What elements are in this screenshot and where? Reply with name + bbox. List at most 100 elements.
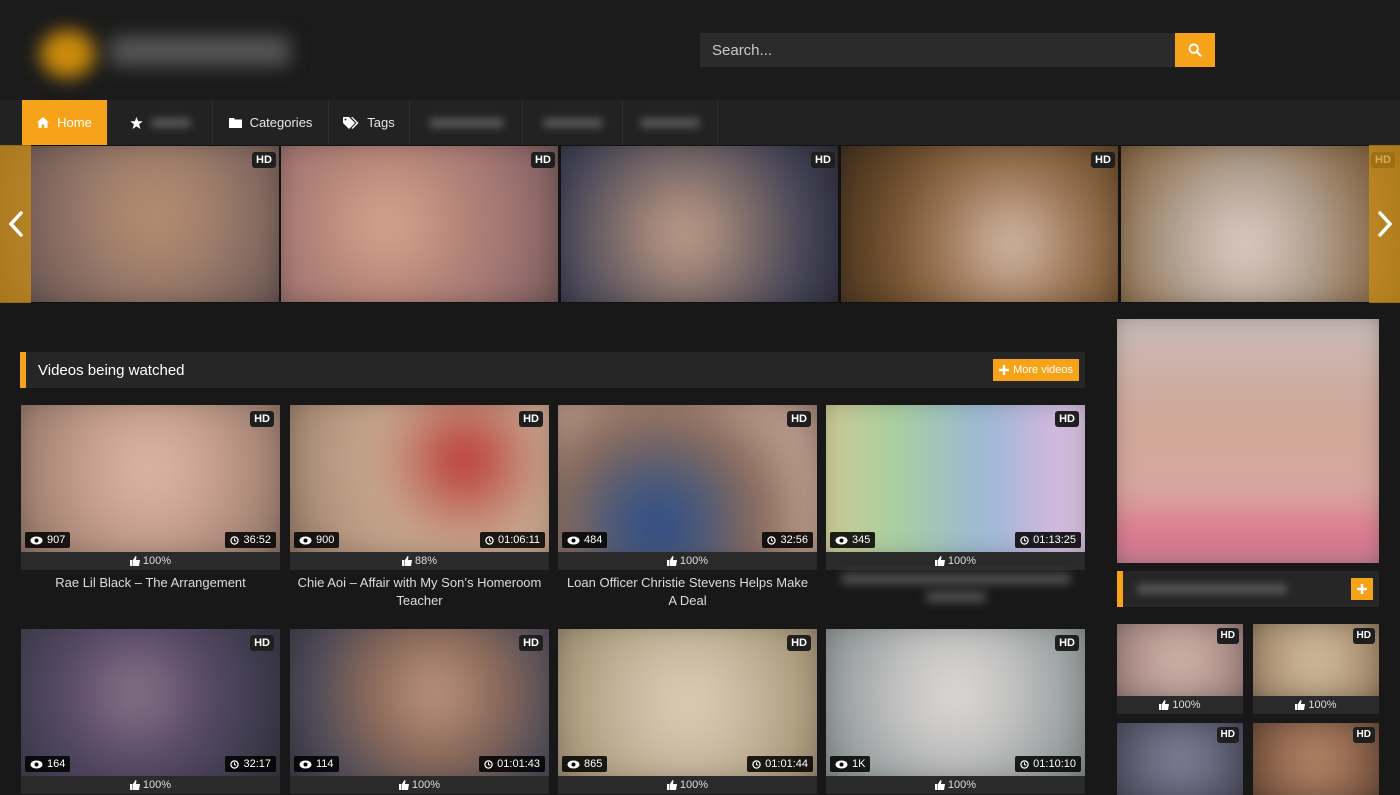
video-thumbnail[interactable]: HD 114 01:01:43 — [290, 629, 549, 776]
views-counter: 865 — [562, 756, 608, 772]
video-thumbnail[interactable]: HD 900 01:06:11 — [290, 405, 549, 552]
video-title[interactable]: Rae Lil Black – The Arrangement — [21, 574, 280, 592]
sidebar-banner[interactable] — [1117, 319, 1379, 563]
nav-item-blurred-2[interactable] — [523, 100, 623, 145]
rating-value: 100% — [411, 779, 441, 791]
nav-item-blurred-3[interactable] — [623, 100, 718, 145]
duration: 01:13:25 — [1015, 532, 1081, 548]
section-header: Videos being watched More videos — [20, 352, 1085, 388]
video-thumbnail[interactable]: HD 865 01:01:44 — [558, 629, 817, 776]
views-value: 114 — [316, 758, 334, 770]
video-thumbnail[interactable]: HD 907 36:52 — [21, 405, 280, 552]
thumbs-up-icon — [398, 780, 409, 790]
views-counter: 164 — [25, 756, 71, 772]
video-thumbnail[interactable]: HD 1K 01:10:10 — [826, 629, 1085, 776]
hd-badge: HD — [252, 152, 276, 168]
nav-item-label: Home — [57, 115, 92, 130]
carousel-slide[interactable]: HD — [841, 146, 1118, 302]
duration-value: 01:10:10 — [1033, 758, 1076, 770]
hd-badge: HD — [1055, 635, 1079, 651]
thumbs-up-icon — [934, 780, 945, 790]
eye-icon — [835, 760, 848, 768]
plus-icon — [1357, 584, 1367, 594]
section-title: Videos being watched — [38, 362, 185, 379]
video-card: HD 345 01:13:25 100% — [826, 405, 1085, 602]
hd-badge: HD — [1352, 628, 1375, 644]
video-thumbnail[interactable]: HD — [1253, 723, 1379, 795]
views-value: 1K — [852, 758, 866, 770]
views-value: 345 — [852, 534, 871, 546]
carousel-slide[interactable]: HD — [561, 146, 838, 302]
folder-icon — [228, 117, 242, 128]
views-counter: 907 — [25, 532, 71, 548]
thumbs-up-icon — [129, 556, 140, 566]
duration-value: 01:13:25 — [1033, 534, 1076, 546]
eye-icon — [567, 760, 580, 768]
star-icon — [129, 116, 143, 129]
rating-value: 100% — [947, 779, 977, 791]
video-card: HD 114 01:01:43 100% — [290, 629, 549, 794]
thumbs-up-icon — [401, 556, 412, 566]
tags-icon — [343, 116, 359, 129]
nav-item-tags[interactable]: Tags — [329, 100, 410, 145]
eye-icon — [30, 760, 43, 768]
video-rating: 100% — [558, 552, 817, 570]
rating-value: 100% — [1172, 699, 1201, 711]
site-logo[interactable] — [30, 22, 300, 82]
duration: 01:10:10 — [1015, 756, 1081, 772]
search-button[interactable] — [1175, 33, 1215, 67]
video-title[interactable]: Chie Aoi – Affair with My Son’s Homeroom… — [290, 574, 549, 610]
sidebar-more-button[interactable] — [1351, 578, 1373, 600]
carousel-slide[interactable]: HD — [281, 146, 558, 302]
hd-badge: HD — [1216, 727, 1239, 743]
hd-badge: HD — [787, 411, 811, 427]
video-rating: 100% — [1117, 696, 1243, 714]
nav-item-categories[interactable]: Categories — [213, 100, 329, 145]
carousel-slide[interactable]: HD — [0, 146, 279, 302]
carousel-prev-button[interactable] — [0, 145, 31, 303]
video-thumbnail[interactable]: HD 164 32:17 — [21, 629, 280, 776]
sidebar-video-card: HD — [1253, 723, 1379, 795]
hd-badge: HD — [519, 635, 543, 651]
video-card: HD 900 01:06:11 88% Chie Aoi – Affair wi… — [290, 405, 549, 610]
clock-icon — [767, 535, 777, 545]
video-card: HD 484 32:56 100% Loan Officer Christie … — [558, 405, 817, 610]
video-thumbnail[interactable]: HD 345 01:13:25 — [826, 405, 1085, 552]
video-title-blurred[interactable] — [826, 574, 1085, 602]
views-value: 164 — [47, 758, 66, 770]
clock-icon — [484, 759, 493, 769]
rating-value: 100% — [142, 779, 172, 791]
rating-value: 100% — [947, 555, 977, 567]
nav-item-home[interactable]: Home — [22, 100, 108, 145]
more-videos-button[interactable]: More videos — [993, 359, 1079, 381]
video-thumbnail[interactable]: HD — [1117, 624, 1243, 696]
carousel-next-button[interactable] — [1369, 145, 1400, 303]
video-rating: 100% — [290, 776, 549, 794]
duration: 01:01:44 — [747, 756, 813, 772]
video-rating: 88% — [290, 552, 549, 570]
nav-item-label: Tags — [367, 115, 395, 130]
hd-badge: HD — [1352, 727, 1375, 743]
video-rating: 100% — [558, 776, 817, 794]
video-thumbnail[interactable]: HD — [1117, 723, 1243, 795]
nav-item-blurred-1[interactable] — [410, 100, 523, 145]
search-input[interactable] — [700, 33, 1175, 67]
views-counter: 484 — [562, 532, 608, 548]
eye-icon — [299, 536, 312, 544]
duration: 01:06:11 — [479, 532, 545, 548]
nav-item-label — [150, 117, 191, 128]
video-title[interactable]: Loan Officer Christie Stevens Helps Make… — [558, 574, 817, 610]
carousel-slide[interactable]: HD — [1121, 146, 1400, 302]
clock-icon — [1020, 759, 1029, 769]
video-thumbnail[interactable]: HD 484 32:56 — [558, 405, 817, 552]
rating-value: 100% — [679, 555, 709, 567]
clock-icon — [485, 535, 494, 545]
nav-item-label: Categories — [249, 115, 313, 130]
video-thumbnail[interactable]: HD — [1253, 624, 1379, 696]
clock-icon — [752, 759, 761, 769]
hd-badge: HD — [811, 152, 835, 168]
more-videos-label: More videos — [1013, 364, 1073, 376]
duration-value: 01:01:44 — [765, 758, 808, 770]
duration: 36:52 — [225, 532, 276, 548]
nav-item-favorites[interactable] — [108, 100, 213, 145]
